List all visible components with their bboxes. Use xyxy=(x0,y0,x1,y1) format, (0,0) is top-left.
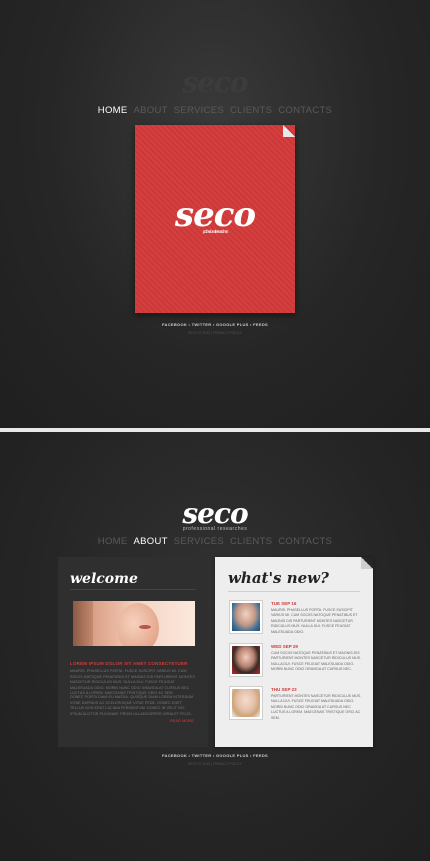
main-nav: HOME ABOUT SERVICES CLIENTS CONTACTS xyxy=(0,105,430,116)
copyright-about: SECO © 2012 | PRIVACY POLICY xyxy=(188,762,242,766)
nav-about[interactable]: ABOUT xyxy=(134,536,168,547)
nav-clients[interactable]: CLIENTS xyxy=(230,536,272,547)
nav-services[interactable]: SERVICES xyxy=(174,105,224,116)
news-item[interactable]: WED SEP 29 CUM SOCIIS NATOQUE PENATIBUS … xyxy=(229,643,364,681)
nav-home[interactable]: HOME xyxy=(98,105,128,116)
news-thumbnail[interactable] xyxy=(229,686,263,720)
whats-new-section: what's new? TUE SEP 16 MAURIS. PHASELLUS… xyxy=(215,557,373,747)
news-date: WED SEP 29 xyxy=(271,644,298,649)
card-logo-tagline: professional researches xyxy=(202,229,229,234)
welcome-photo xyxy=(73,601,195,646)
page-curl-icon xyxy=(361,557,373,569)
home-page-preview: seco professional researches HOME ABOUT … xyxy=(0,0,430,428)
welcome-section: welcome LOREM IPSUM DOLOR SIT AMET CONSE… xyxy=(58,557,208,747)
photo-lips xyxy=(139,625,151,629)
news-text: MAURIS. PHASELLUS PORTA. FUSCE SUSCIPIT … xyxy=(271,608,358,634)
welcome-paragraph-1: MAURIS. PHASELLUS PORTA. FUSCE SUSCIPIT … xyxy=(70,669,195,696)
news-item[interactable]: TUE SEP 16 MAURIS. PHASELLUS PORTA. FUSC… xyxy=(229,600,364,638)
news-date: THU SEP 23 xyxy=(271,687,297,692)
logo-tagline: professional researches xyxy=(182,95,248,101)
divider-line xyxy=(70,589,196,590)
news-photo xyxy=(232,646,260,674)
nav-about[interactable]: ABOUT xyxy=(134,105,168,116)
divider-line xyxy=(228,591,360,592)
featured-red-card: seco professional researches xyxy=(135,125,295,313)
nav-home[interactable]: HOME xyxy=(98,536,128,547)
news-thumbnail[interactable] xyxy=(229,643,263,677)
welcome-paragraph-2: DONEC PORTA DIAM EU MASSA. QUISQUE DIAM … xyxy=(70,695,194,716)
copyright: SECO © 2012 | PRIVACY POLICY xyxy=(188,331,242,335)
logo-tagline: professional researches xyxy=(182,526,248,532)
welcome-title: welcome xyxy=(70,571,138,587)
site-logo-about[interactable]: seco professional researches xyxy=(0,497,430,532)
page-curl-icon xyxy=(283,125,295,137)
news-item[interactable]: THU SEP 23 PARTURIENT MONTES NASCETUR RI… xyxy=(229,686,364,724)
welcome-headline: LOREM IPSUM DOLOR SIT AMET CONSECTETUER xyxy=(70,661,188,666)
main-nav-about: HOME ABOUT SERVICES CLIENTS CONTACTS xyxy=(0,536,430,547)
social-links[interactable]: FACEBOOK • TWITTER • GOOGLE PLUS • FEEDS xyxy=(0,322,430,327)
card-logo: seco professional researches xyxy=(135,195,295,235)
news-date: TUE SEP 16 xyxy=(271,601,297,606)
read-more-link[interactable]: READ MORE xyxy=(170,718,194,723)
site-logo[interactable]: seco professional researches xyxy=(0,66,430,101)
social-links-about[interactable]: FACEBOOK • TWITTER • GOOGLE PLUS • FEEDS xyxy=(0,753,430,758)
photo-hair xyxy=(73,601,93,646)
news-text: CUM SOCIIS NATOQUE PENATIBUS ET MAGNIS D… xyxy=(271,651,362,672)
news-thumbnail[interactable] xyxy=(229,600,263,634)
nav-services[interactable]: SERVICES xyxy=(174,536,224,547)
photo-face xyxy=(117,603,159,646)
news-text: PARTURIENT MONTES NASCETUR RIDICULUS MUS… xyxy=(271,694,362,720)
news-photo xyxy=(232,689,260,717)
nav-contacts[interactable]: CONTACTS xyxy=(278,536,332,547)
whats-new-title: what's new? xyxy=(228,569,329,587)
nav-contacts[interactable]: CONTACTS xyxy=(278,105,332,116)
news-photo xyxy=(232,603,260,631)
nav-clients[interactable]: CLIENTS xyxy=(230,105,272,116)
